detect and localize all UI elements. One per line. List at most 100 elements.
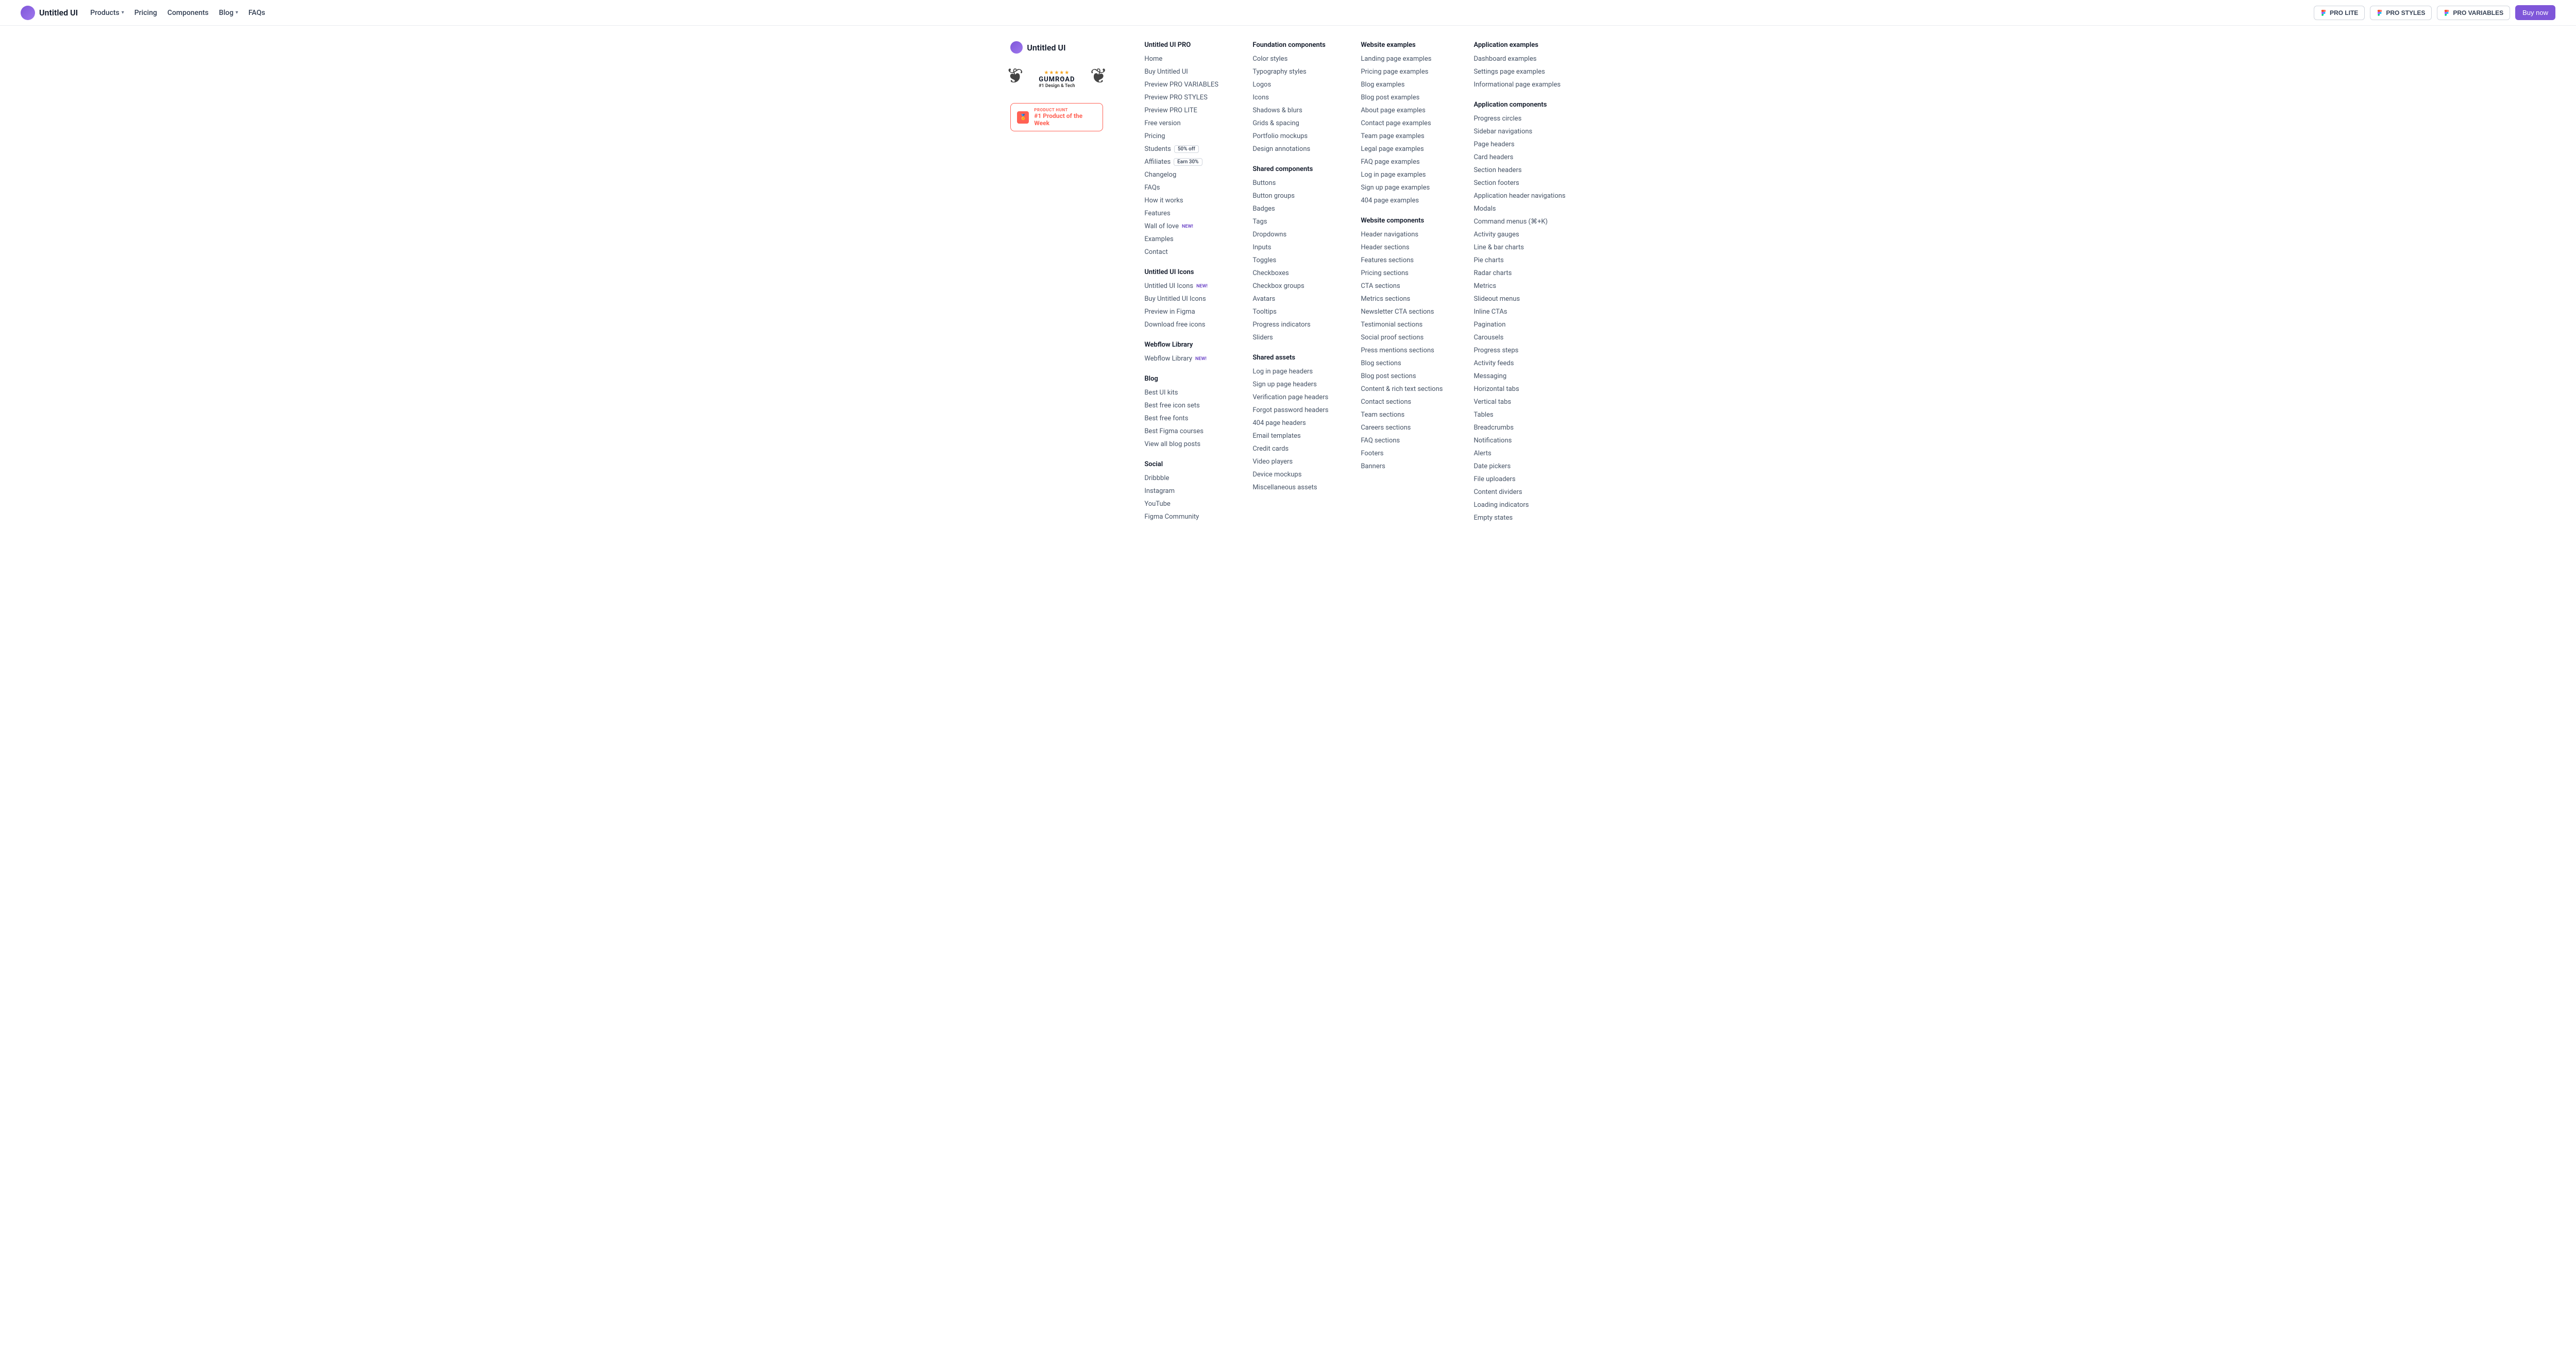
- mega-link[interactable]: Dribbble: [1144, 474, 1222, 482]
- mega-link[interactable]: Preview in Figma: [1144, 308, 1222, 316]
- mega-link[interactable]: Alerts: [1473, 450, 1565, 457]
- mega-link[interactable]: Informational page examples: [1473, 81, 1565, 89]
- mega-link[interactable]: Sidebar navigations: [1473, 128, 1565, 135]
- mega-link[interactable]: Examples: [1144, 235, 1222, 243]
- mega-link[interactable]: AffiliatesEarn 30%: [1144, 158, 1222, 166]
- mega-link[interactable]: Carousels: [1473, 334, 1565, 341]
- mega-link[interactable]: Design annotations: [1252, 145, 1330, 153]
- mega-link[interactable]: Preview PRO STYLES: [1144, 94, 1222, 101]
- mega-link[interactable]: 404 page examples: [1361, 197, 1443, 204]
- mega-link[interactable]: Team page examples: [1361, 132, 1443, 140]
- nav-blog[interactable]: Blog▾: [219, 9, 238, 17]
- mega-link[interactable]: Free version: [1144, 119, 1222, 127]
- mega-link[interactable]: Testimonial sections: [1361, 321, 1443, 329]
- mega-link[interactable]: Icons: [1252, 94, 1330, 101]
- mega-link[interactable]: Notifications: [1473, 437, 1565, 444]
- mega-link[interactable]: Best free fonts: [1144, 415, 1222, 422]
- mega-link[interactable]: Sign up page headers: [1252, 381, 1330, 388]
- mega-link[interactable]: Home: [1144, 55, 1222, 63]
- mega-link[interactable]: Contact page examples: [1361, 119, 1443, 127]
- mega-link[interactable]: Changelog: [1144, 171, 1222, 179]
- mega-link[interactable]: Section footers: [1473, 179, 1565, 187]
- mega-link[interactable]: FAQ page examples: [1361, 158, 1443, 166]
- mega-link[interactable]: Buy Untitled UI Icons: [1144, 295, 1222, 303]
- mega-link[interactable]: YouTube: [1144, 500, 1222, 508]
- mega-link[interactable]: Students50% off: [1144, 145, 1222, 153]
- mega-link[interactable]: Email templates: [1252, 432, 1330, 440]
- mega-link[interactable]: Checkbox groups: [1252, 282, 1330, 290]
- mega-link[interactable]: 404 page headers: [1252, 419, 1330, 427]
- mega-link[interactable]: Avatars: [1252, 295, 1330, 303]
- mega-link[interactable]: Card headers: [1473, 153, 1565, 161]
- mega-link[interactable]: Content dividers: [1473, 488, 1565, 496]
- mega-link[interactable]: Preview PRO VARIABLES: [1144, 81, 1222, 89]
- nav-products[interactable]: Products▾: [90, 9, 124, 17]
- mega-link[interactable]: About page examples: [1361, 107, 1443, 114]
- mega-link[interactable]: Metrics: [1473, 282, 1565, 290]
- mega-link[interactable]: Wall of loveNEW!: [1144, 223, 1222, 230]
- nav-components[interactable]: Components: [167, 9, 209, 17]
- mega-link[interactable]: Sign up page examples: [1361, 184, 1443, 192]
- mega-link[interactable]: View all blog posts: [1144, 440, 1222, 448]
- mega-link[interactable]: Tables: [1473, 411, 1565, 419]
- mega-link[interactable]: Banners: [1361, 463, 1443, 470]
- pro-variables-button[interactable]: PRO VARIABLES: [2437, 6, 2510, 20]
- mega-link[interactable]: Button groups: [1252, 192, 1330, 200]
- mega-link[interactable]: File uploaders: [1473, 475, 1565, 483]
- mega-link[interactable]: Settings page examples: [1473, 68, 1565, 76]
- mega-link[interactable]: Log in page examples: [1361, 171, 1443, 179]
- brand-logo[interactable]: Untitled UI: [21, 6, 78, 20]
- mega-link[interactable]: Forgot password headers: [1252, 406, 1330, 414]
- mega-link[interactable]: Activity feeds: [1473, 360, 1565, 367]
- nav-faqs[interactable]: FAQs: [248, 9, 265, 17]
- mega-link[interactable]: Footers: [1361, 450, 1443, 457]
- mega-link[interactable]: Features sections: [1361, 256, 1443, 264]
- mega-link[interactable]: Untitled UI IconsNEW!: [1144, 282, 1222, 290]
- mega-link[interactable]: Webflow LibraryNEW!: [1144, 355, 1222, 363]
- mega-link[interactable]: Blog sections: [1361, 360, 1443, 367]
- mega-link[interactable]: Page headers: [1473, 141, 1565, 148]
- mega-link[interactable]: Checkboxes: [1252, 269, 1330, 277]
- mega-link[interactable]: Log in page headers: [1252, 368, 1330, 375]
- mega-link[interactable]: Dropdowns: [1252, 231, 1330, 238]
- mega-link[interactable]: Download free icons: [1144, 321, 1222, 329]
- mega-link[interactable]: Best free icon sets: [1144, 402, 1222, 409]
- mega-link[interactable]: Figma Community: [1144, 513, 1222, 521]
- mega-link[interactable]: Grids & spacing: [1252, 119, 1330, 127]
- mega-link[interactable]: Buy Untitled UI: [1144, 68, 1222, 76]
- mega-link[interactable]: Pricing page examples: [1361, 68, 1443, 76]
- mega-link[interactable]: Credit cards: [1252, 445, 1330, 453]
- mega-link[interactable]: Blog post sections: [1361, 372, 1443, 380]
- mega-link[interactable]: Radar charts: [1473, 269, 1565, 277]
- mega-link[interactable]: FAQs: [1144, 184, 1222, 192]
- mega-link[interactable]: Application header navigations: [1473, 192, 1565, 200]
- mega-link[interactable]: Metrics sections: [1361, 295, 1443, 303]
- mega-link[interactable]: Pricing: [1144, 132, 1222, 140]
- mega-link[interactable]: Verification page headers: [1252, 394, 1330, 401]
- pro-styles-button[interactable]: PRO STYLES: [2370, 6, 2432, 20]
- mega-link[interactable]: Header sections: [1361, 244, 1443, 251]
- mega-link[interactable]: Content & rich text sections: [1361, 385, 1443, 393]
- mega-link[interactable]: Tooltips: [1252, 308, 1330, 316]
- mega-link[interactable]: Header navigations: [1361, 231, 1443, 238]
- mega-link[interactable]: Date pickers: [1473, 463, 1565, 470]
- mega-link[interactable]: Preview PRO LITE: [1144, 107, 1222, 114]
- mega-link[interactable]: Badges: [1252, 205, 1330, 213]
- mega-link[interactable]: Careers sections: [1361, 424, 1443, 432]
- pro-lite-button[interactable]: PRO LITE: [2314, 6, 2365, 20]
- brand-logo-small[interactable]: Untitled UI: [1010, 41, 1103, 54]
- mega-link[interactable]: Logos: [1252, 81, 1330, 89]
- mega-link[interactable]: Pie charts: [1473, 256, 1565, 264]
- mega-link[interactable]: Toggles: [1252, 256, 1330, 264]
- mega-link[interactable]: Buttons: [1252, 179, 1330, 187]
- mega-link[interactable]: Features: [1144, 210, 1222, 217]
- mega-link[interactable]: Progress indicators: [1252, 321, 1330, 329]
- mega-link[interactable]: Contact: [1144, 248, 1222, 256]
- mega-link[interactable]: Dashboard examples: [1473, 55, 1565, 63]
- mega-link[interactable]: Pricing sections: [1361, 269, 1443, 277]
- mega-link[interactable]: Typography styles: [1252, 68, 1330, 76]
- mega-link[interactable]: Landing page examples: [1361, 55, 1443, 63]
- mega-link[interactable]: Contact sections: [1361, 398, 1443, 406]
- nav-pricing[interactable]: Pricing: [134, 9, 157, 17]
- mega-link[interactable]: Social proof sections: [1361, 334, 1443, 341]
